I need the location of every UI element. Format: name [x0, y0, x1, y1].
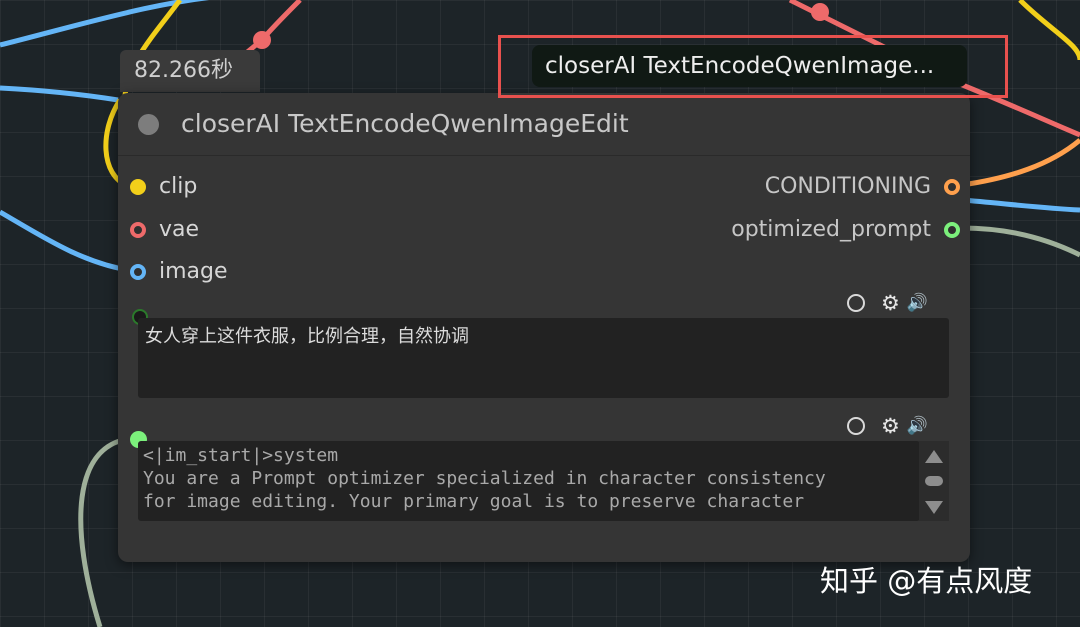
- wire-sage-right[interactable]: [961, 225, 1080, 258]
- circle-icon[interactable]: [847, 294, 865, 312]
- system-prompt-line: for image editing. Your primary goal is …: [143, 491, 805, 512]
- watermark: 知乎 @有点风度: [820, 564, 1033, 598]
- wire-orange-right[interactable]: [961, 138, 1080, 188]
- output-slot-conditioning[interactable]: CONDITIONING: [678, 171, 960, 203]
- gear-icon[interactable]: ⚙: [881, 291, 900, 315]
- system-widget-tools: ⚙ 🔊: [847, 414, 928, 440]
- speaker-icon[interactable]: 🔊: [907, 293, 928, 313]
- system-prompt-line: You are a Prompt optimizer specialized i…: [143, 468, 826, 489]
- text-encode-node[interactable]: closerAI TextEncodeQwenImageEdit clip va…: [118, 93, 970, 562]
- input-label-image: image: [159, 259, 228, 284]
- input-label-clip: clip: [159, 174, 198, 199]
- annotation-highlight-box: [498, 35, 1008, 98]
- system-prompt-line: <|im_start|>system: [143, 445, 339, 466]
- output-pin-optimized-prompt[interactable]: [944, 222, 960, 238]
- input-pin-vae[interactable]: [130, 222, 146, 238]
- wire-blue-left[interactable]: [0, 85, 119, 103]
- input-pin-image[interactable]: [130, 264, 146, 280]
- output-label-optimized-prompt: optimized_prompt: [731, 217, 931, 242]
- input-label-vae: vae: [159, 217, 200, 242]
- wire-red-right-node[interactable]: [811, 3, 829, 21]
- node-title: closerAI TextEncodeQwenImageEdit: [181, 109, 629, 138]
- prompt-widget-tools: ⚙ 🔊: [847, 291, 928, 317]
- prompt-text: 女人穿上这件衣服，比例合理，自然协调: [145, 326, 469, 347]
- prompt-textarea[interactable]: 女人穿上这件衣服，比例合理，自然协调: [138, 318, 949, 398]
- wire-yellow-right[interactable]: [1018, 0, 1080, 61]
- output-label-conditioning: CONDITIONING: [764, 174, 931, 199]
- wire-red-top-node[interactable]: [253, 31, 271, 49]
- system-prompt-textarea[interactable]: <|im_start|>system You are a Prompt opti…: [138, 441, 920, 521]
- scroll-thumb[interactable]: [925, 476, 943, 486]
- node-header[interactable]: closerAI TextEncodeQwenImageEdit: [118, 93, 970, 156]
- scroll-down-icon[interactable]: [925, 501, 943, 514]
- collapse-toggle-dot[interactable]: [138, 114, 159, 135]
- wire-blue-right[interactable]: [961, 197, 1080, 213]
- circle-icon[interactable]: [847, 417, 865, 435]
- output-slot-optimized-prompt[interactable]: optimized_prompt: [678, 214, 960, 246]
- speaker-icon[interactable]: 🔊: [907, 416, 928, 436]
- output-pin-conditioning[interactable]: [944, 179, 960, 195]
- textarea-scrollbar[interactable]: [919, 441, 949, 521]
- execution-time-label: 82.266秒: [120, 50, 260, 92]
- scroll-up-icon[interactable]: [925, 450, 943, 463]
- wire-blue-lower-left[interactable]: [0, 209, 129, 273]
- wire-blue-top[interactable]: [0, 0, 235, 48]
- input-pin-clip[interactable]: [130, 179, 146, 195]
- gear-icon[interactable]: ⚙: [881, 414, 900, 438]
